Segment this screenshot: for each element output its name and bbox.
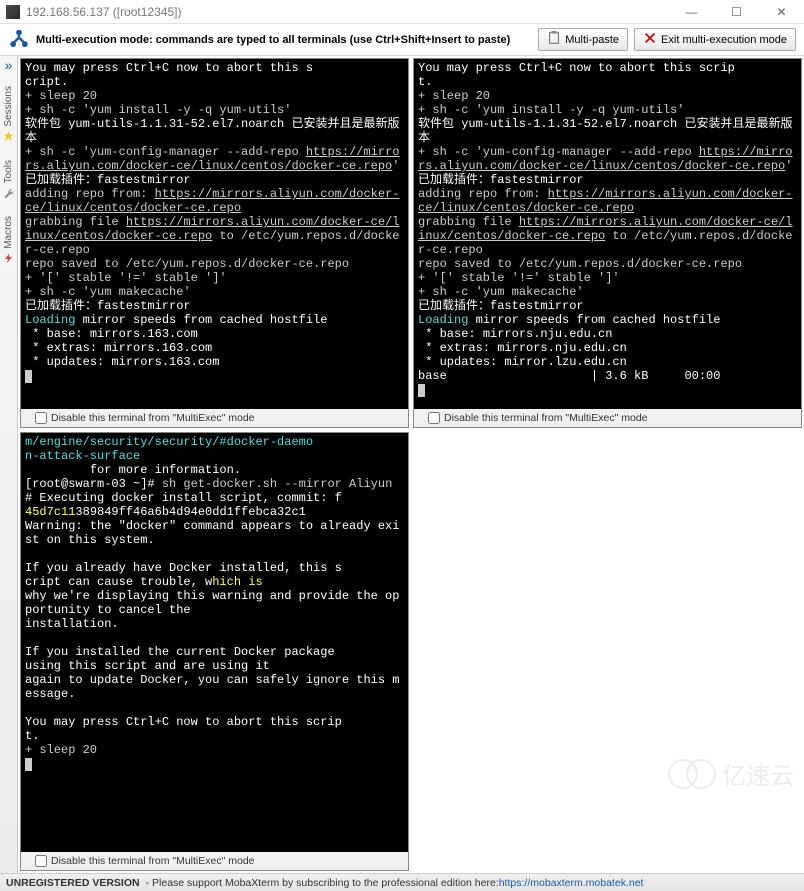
- disable-terminal-checkbox-2[interactable]: [428, 412, 440, 424]
- titlebar: 192.168.56.137 ([root12345]) — ☐ ✕: [0, 0, 804, 24]
- close-button[interactable]: ✕: [759, 0, 804, 23]
- window-controls: — ☐ ✕: [669, 0, 804, 23]
- work-area: » Sessions Tools Macros You may press Ct…: [0, 56, 804, 873]
- disable-terminal-label: Disable this terminal from "MultiExec" m…: [444, 412, 648, 424]
- status-message: - Please support MobaXterm by subscribin…: [146, 877, 499, 889]
- terminal-pane-3: m/engine/security/security/#docker-daemo…: [20, 432, 409, 871]
- wrench-icon: [3, 187, 14, 198]
- terminal-footer-3: Disable this terminal from "MultiExec" m…: [21, 852, 408, 870]
- terminal-pane-2: You may press Ctrl+C now to abort this s…: [413, 58, 802, 428]
- minimize-button[interactable]: —: [669, 0, 714, 23]
- sidebar-tab-sessions[interactable]: Sessions: [2, 78, 15, 150]
- paste-icon: [547, 31, 561, 48]
- status-link[interactable]: https://mobaxterm.mobatek.net: [499, 877, 644, 889]
- multi-exec-message: Multi-execution mode: commands are typed…: [36, 34, 532, 46]
- window-title: 192.168.56.137 ([root12345]): [26, 5, 669, 19]
- terminal-2[interactable]: You may press Ctrl+C now to abort this s…: [414, 59, 801, 409]
- disable-terminal-checkbox-1[interactable]: [35, 412, 47, 424]
- terminal-footer-1: Disable this terminal from "MultiExec" m…: [21, 409, 408, 427]
- terminal-3[interactable]: m/engine/security/security/#docker-daemo…: [21, 433, 408, 852]
- sidebar: » Sessions Tools Macros: [0, 56, 18, 873]
- exit-icon: [643, 31, 657, 48]
- sidebar-tab-label: Sessions: [3, 86, 14, 127]
- app-icon: [6, 5, 20, 19]
- disable-terminal-checkbox-3[interactable]: [35, 855, 47, 867]
- multi-paste-label: Multi-paste: [565, 34, 619, 46]
- terminal-pane-1: You may press Ctrl+C now to abort this s…: [20, 58, 409, 428]
- bolt-icon: [3, 253, 14, 264]
- exit-multi-exec-button[interactable]: Exit multi-execution mode: [634, 28, 796, 51]
- sidebar-tab-label: Tools: [3, 160, 14, 183]
- star-icon: [3, 131, 14, 142]
- terminal-footer-2: Disable this terminal from "MultiExec" m…: [414, 409, 801, 427]
- multi-exec-bar: Multi-execution mode: commands are typed…: [0, 24, 804, 56]
- disable-terminal-label: Disable this terminal from "MultiExec" m…: [51, 855, 255, 867]
- disable-terminal-label: Disable this terminal from "MultiExec" m…: [51, 412, 255, 424]
- terminal-grid: You may press Ctrl+C now to abort this s…: [18, 56, 804, 873]
- status-bar: UNREGISTERED VERSION - Please support Mo…: [0, 873, 804, 891]
- maximize-button[interactable]: ☐: [714, 0, 759, 23]
- collapse-sidebar-icon[interactable]: »: [5, 60, 13, 70]
- sidebar-tab-macros[interactable]: Macros: [2, 208, 15, 272]
- exit-multi-exec-label: Exit multi-execution mode: [661, 34, 787, 46]
- fork-icon: [8, 29, 30, 51]
- sidebar-tab-tools[interactable]: Tools: [2, 152, 15, 206]
- terminal-1[interactable]: You may press Ctrl+C now to abort this s…: [21, 59, 408, 409]
- sidebar-tab-label: Macros: [3, 216, 14, 249]
- multi-paste-button[interactable]: Multi-paste: [538, 28, 628, 51]
- version-label: UNREGISTERED VERSION: [6, 877, 140, 889]
